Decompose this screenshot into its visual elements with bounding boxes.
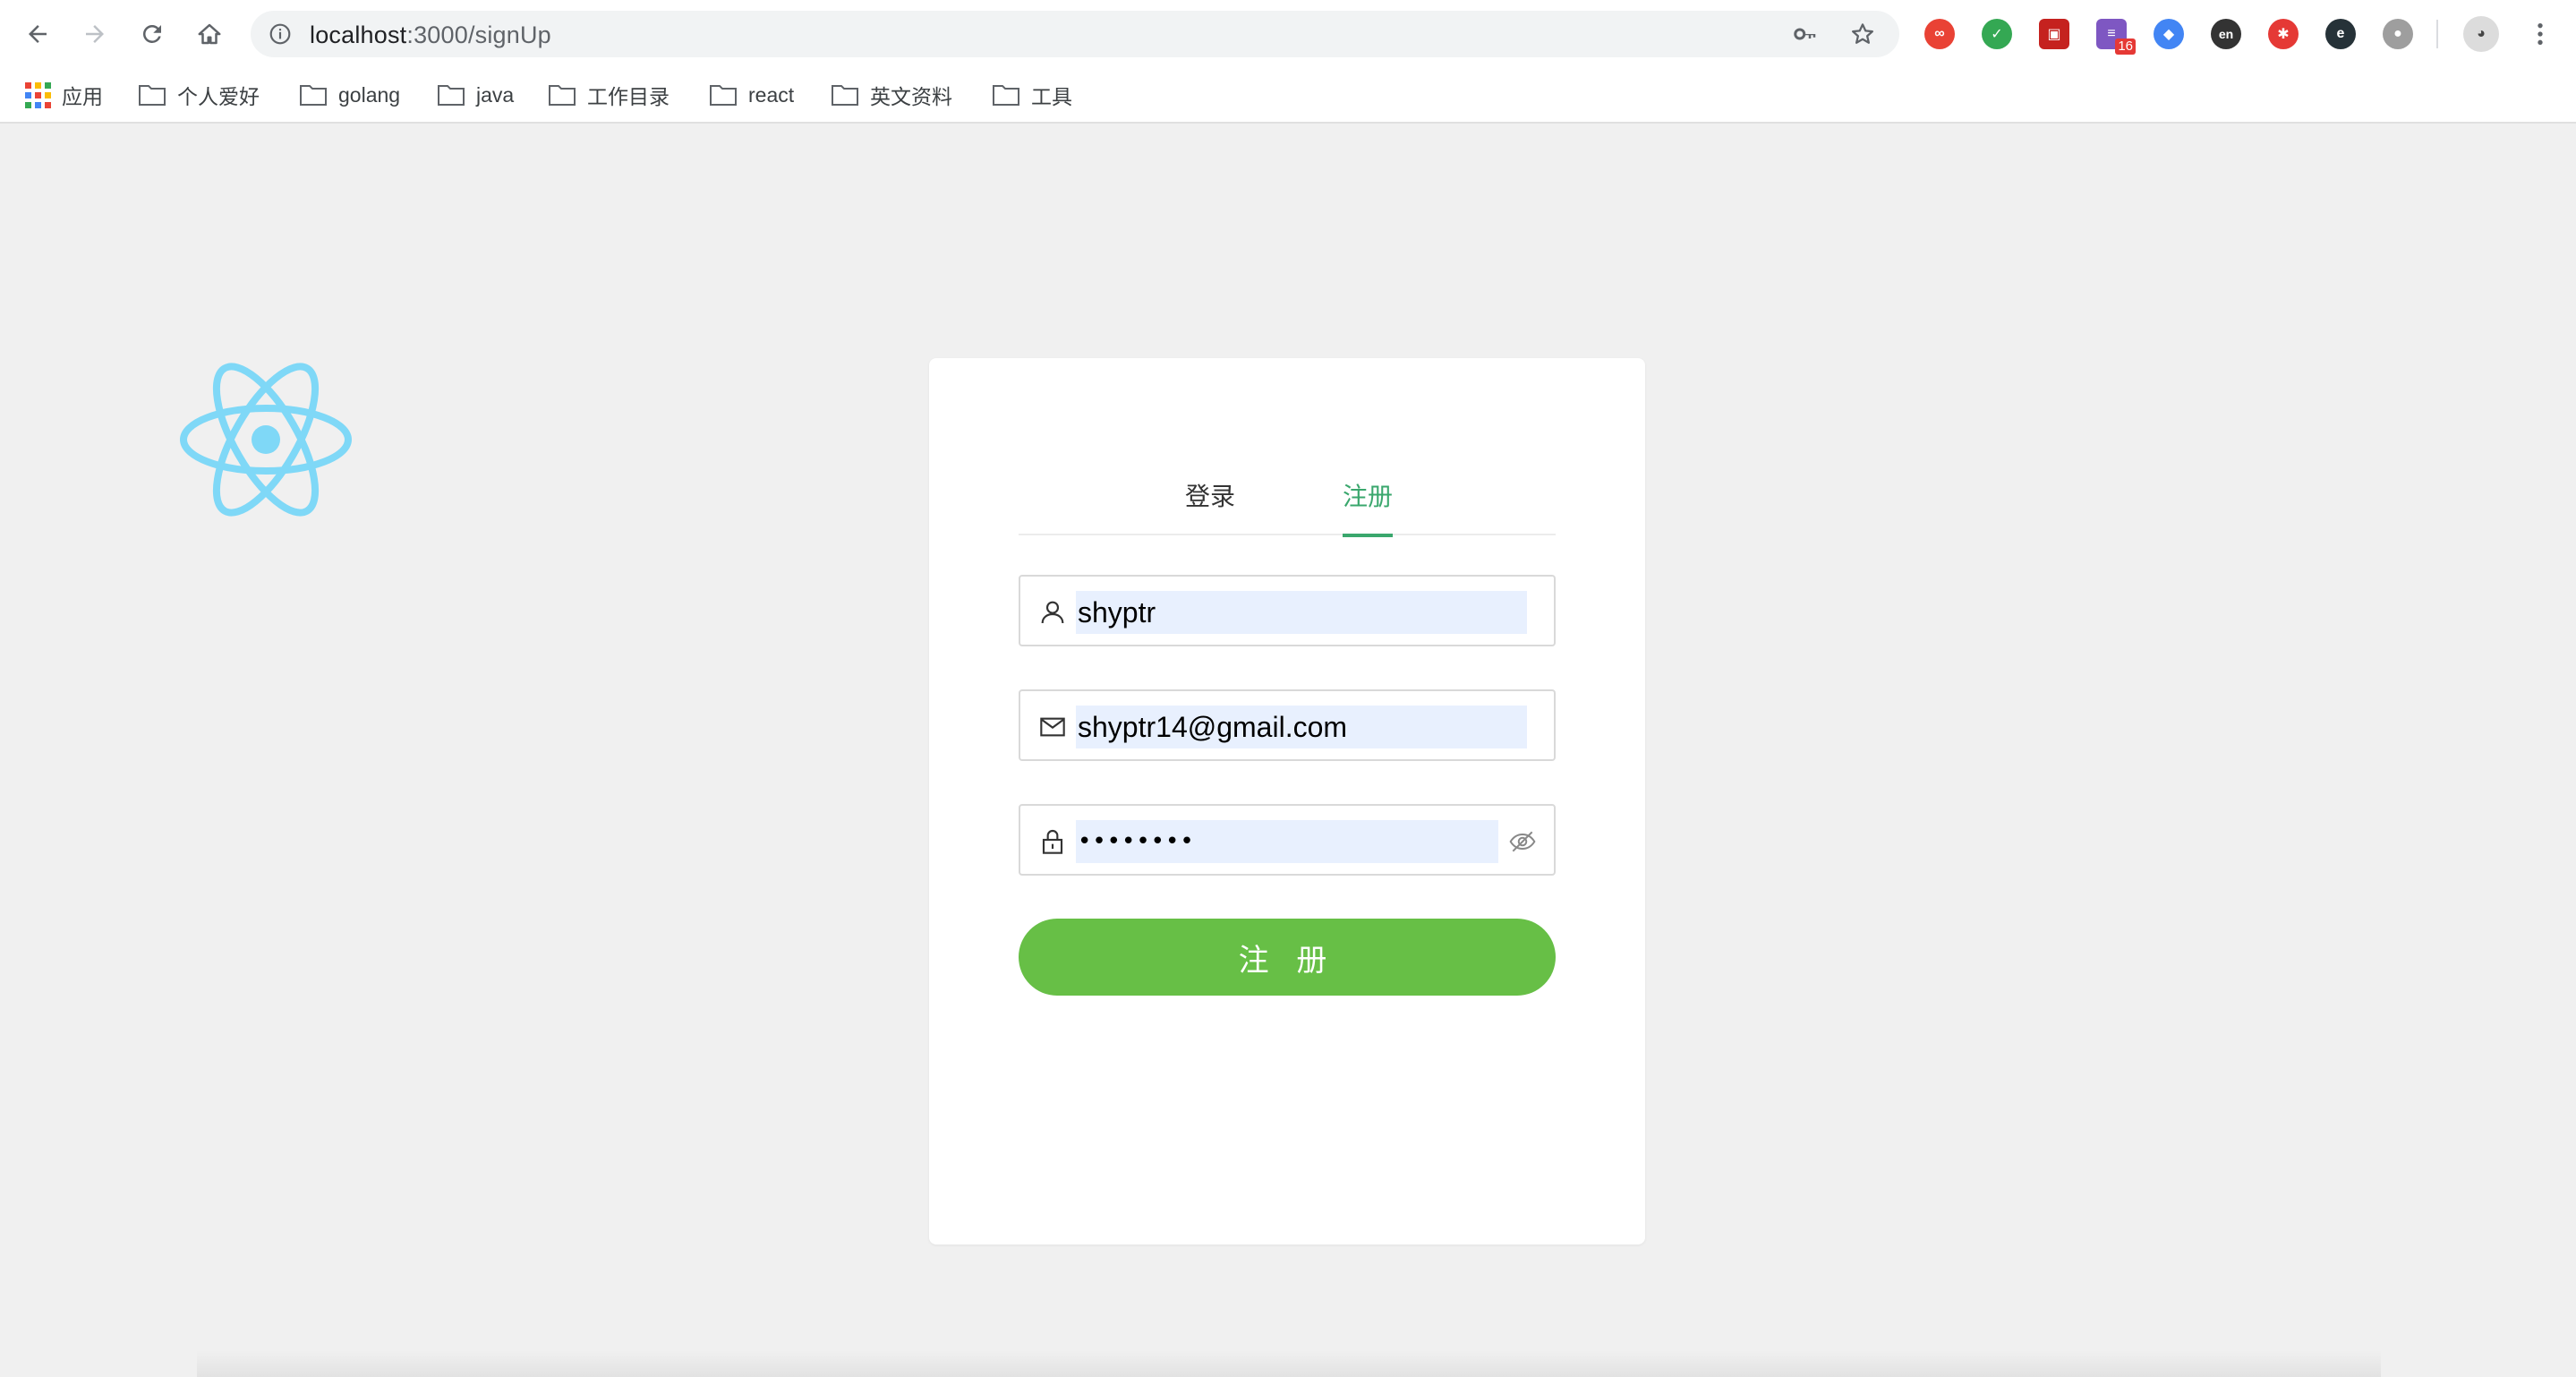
e-extension-icon[interactable]: e (2325, 19, 2356, 49)
picture-extension-icon[interactable]: ▣ (2039, 19, 2069, 49)
bookmark-label: 个人爱好 (177, 85, 260, 108)
folder-icon (549, 85, 576, 106)
folder-icon (993, 85, 1019, 106)
bookmark-folder[interactable]: 英文资料 (831, 79, 952, 111)
url-path: :3000/signUp (406, 21, 551, 48)
tab-login[interactable]: 登录 (1185, 458, 1235, 535)
infinity-extension-icon[interactable]: ∞ (1924, 19, 1955, 49)
bookmark-label: 英文资料 (870, 85, 952, 108)
graduation-cap-extension-glyph: ◆ (2162, 27, 2175, 42)
lock-icon (1042, 830, 1063, 854)
url-text: localhost:3000/signUp (310, 21, 551, 49)
bookmark-folder[interactable]: 工具 (992, 79, 1072, 111)
profile-avatar-glyph: ◕ (2477, 26, 2486, 41)
forward-button[interactable] (77, 16, 113, 52)
bookmark-label: 工具 (1031, 85, 1072, 108)
chat-extension-glyph: ≡ (2107, 26, 2116, 41)
mail-icon (1040, 717, 1065, 737)
bookmark-label: golang (338, 82, 401, 107)
folder-icon (139, 85, 166, 106)
shield-extension-glyph: ✓ (1991, 27, 2003, 42)
info-icon[interactable] (269, 22, 292, 46)
browser-toolbar: localhost:3000/signUp ∞ ✓ ▣ ≡ 16 ◆ en ✱ e… (0, 0, 2576, 68)
react-logo-icon (180, 363, 352, 517)
tab-signup[interactable]: 注册 (1343, 458, 1394, 537)
folder-icon (832, 85, 858, 106)
back-button[interactable] (20, 16, 55, 52)
bookmark-folder[interactable]: java (437, 79, 514, 111)
user-icon (1041, 601, 1064, 624)
address-bar[interactable]: localhost:3000/signUp (251, 11, 1899, 57)
profile-avatar-icon[interactable]: ◕ (2463, 16, 2499, 52)
eye-invisible-icon[interactable] (1507, 827, 1538, 856)
arrow-left-icon (29, 25, 47, 43)
bookmark-label: 应用 (62, 85, 103, 108)
bookmark-label: 工作目录 (587, 85, 670, 108)
bookmarks-bar: 应用 个人爱好 golang java 工作目录 react 英文资料 工具 (0, 68, 2576, 124)
asterisk-extension-icon[interactable]: ✱ (2268, 19, 2299, 49)
e-extension-glyph: e (2336, 26, 2345, 41)
translate-extension-glyph: en (2218, 27, 2234, 41)
bookmark-folder[interactable]: 工作目录 (548, 79, 670, 111)
username-field[interactable] (1019, 575, 1556, 646)
translate-extension-icon[interactable]: en (2211, 19, 2241, 49)
bookmark-label: react (748, 82, 795, 107)
email-field[interactable] (1019, 689, 1556, 761)
chat-extension-icon[interactable]: ≡ 16 (2096, 19, 2136, 55)
email-input[interactable] (1078, 706, 1525, 748)
page-content: 登录 注册 shyptr shyptr14@gmail.com ••••••••… (0, 125, 2576, 1377)
folder-icon (438, 85, 465, 106)
password-input[interactable] (1078, 820, 1497, 863)
asterisk-extension-glyph: ✱ (2277, 27, 2290, 42)
home-icon (198, 23, 221, 45)
notification-badge: 16 (2115, 38, 2136, 55)
bookmark-folder[interactable]: golang (299, 79, 400, 111)
folder-icon (300, 85, 327, 106)
bookmark-folder[interactable]: react (709, 79, 794, 111)
bookmark-apps[interactable]: 应用 (25, 79, 103, 111)
reload-button[interactable] (134, 16, 170, 52)
folder-icon (710, 85, 737, 106)
signup-card: 登录 注册 shyptr shyptr14@gmail.com ••••••••… (929, 358, 1645, 1244)
username-input[interactable] (1078, 591, 1525, 634)
toolbar-divider (2436, 20, 2438, 48)
circle-extension-glyph: ● (2393, 26, 2402, 41)
picture-extension-glyph: ▣ (2047, 27, 2061, 42)
home-button[interactable] (192, 16, 227, 52)
menu-kebab-icon[interactable] (2526, 20, 2555, 48)
infinity-extension-glyph: ∞ (1934, 26, 1945, 41)
graduation-cap-extension-icon[interactable]: ◆ (2154, 19, 2184, 49)
auth-tabs: 登录 注册 (1019, 458, 1556, 537)
window-bottom-shadow (197, 1350, 2381, 1377)
arrow-right-icon (86, 25, 104, 43)
url-host: localhost (310, 21, 407, 48)
bookmark-label: java (476, 82, 515, 107)
apps-grid-icon (25, 81, 51, 108)
reload-icon (142, 24, 161, 43)
password-field[interactable] (1019, 804, 1556, 876)
key-icon[interactable] (1792, 21, 1819, 47)
star-icon[interactable] (1849, 21, 1876, 47)
signup-submit-button[interactable]: 注 册 (1019, 919, 1556, 996)
shield-extension-icon[interactable]: ✓ (1982, 19, 2012, 49)
bookmark-folder[interactable]: 个人爱好 (138, 79, 260, 111)
circle-extension-icon[interactable]: ● (2383, 19, 2413, 49)
